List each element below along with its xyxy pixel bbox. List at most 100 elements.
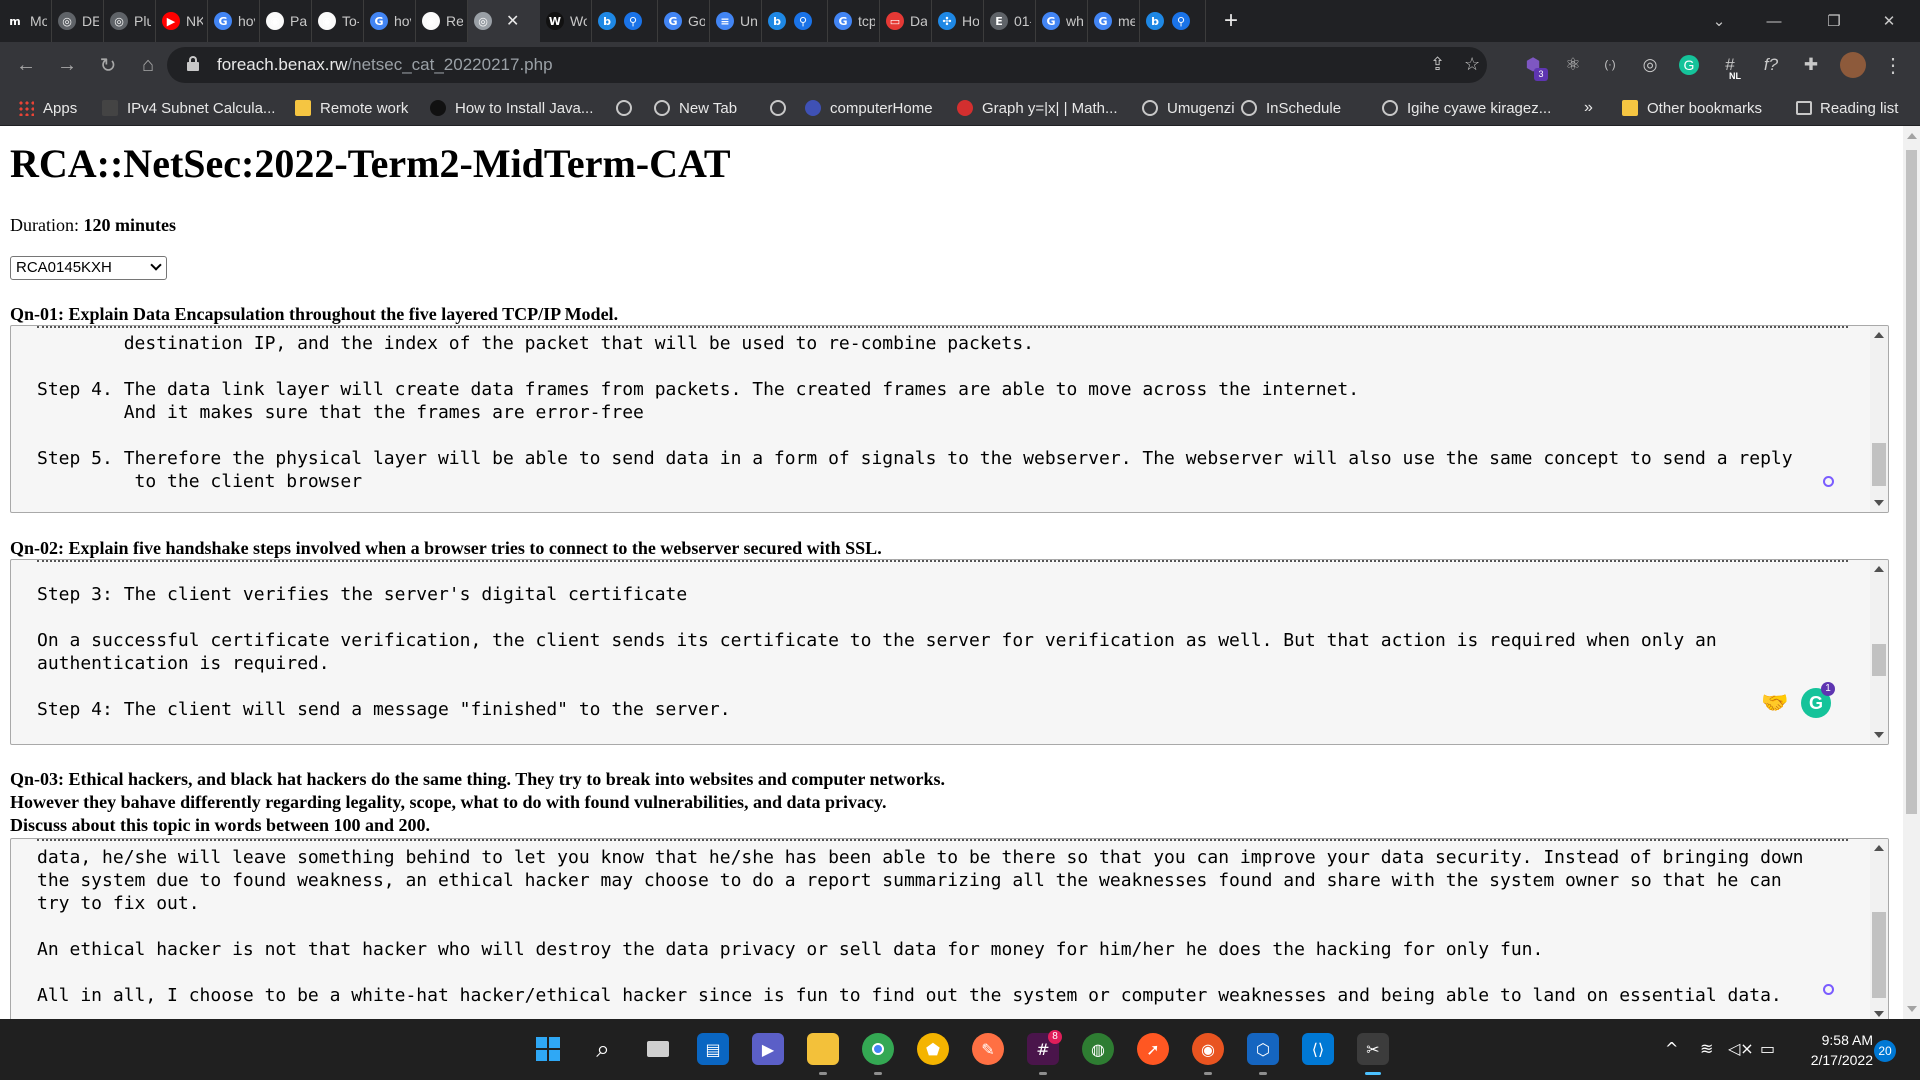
bookmark-item[interactable] <box>770 98 795 118</box>
lock-icon[interactable] <box>187 56 199 71</box>
browser-tab[interactable]: ◎ ✕ <box>468 0 540 42</box>
close-tab-icon[interactable]: ✕ <box>506 11 519 31</box>
answer-2-scrollbar[interactable] <box>1870 560 1888 744</box>
react-devtools-icon[interactable]: ⚛ <box>1561 53 1585 77</box>
browser-tab[interactable]: ▶ NK <box>156 0 208 42</box>
extensions-puzzle-icon[interactable]: ✚ <box>1799 53 1823 77</box>
browser-tab[interactable]: Gme <box>1088 0 1140 42</box>
bookmark-item[interactable]: Remote work <box>295 98 408 118</box>
scroll-thumb[interactable] <box>1872 912 1886 998</box>
page-scroll-thumb[interactable] <box>1906 150 1917 814</box>
browser-tab[interactable]: ◉ Pat <box>260 0 312 42</box>
browser-tab[interactable]: ◎ DE <box>52 0 104 42</box>
browser-tab[interactable]: ◎ Plu <box>104 0 156 42</box>
globe-app-icon[interactable]: ◍ <box>1082 1033 1114 1065</box>
close-window-button[interactable]: ✕ <box>1866 0 1912 42</box>
browser-tab[interactable]: E 01- <box>984 0 1036 42</box>
browser-tab[interactable]: Gtcp <box>828 0 880 42</box>
restore-button[interactable]: ❐ <box>1811 0 1857 42</box>
browser-tab[interactable]: ◉ Rel <box>416 0 468 42</box>
grammarly-dot-icon[interactable] <box>1823 984 1834 995</box>
back-button[interactable]: ← <box>11 50 41 80</box>
browser-tab[interactable]: ▭ Dat <box>880 0 932 42</box>
browser-tab[interactable]: W Wo <box>540 0 592 42</box>
browser-tab[interactable]: Gwh <box>1036 0 1088 42</box>
profile-avatar[interactable] <box>1840 52 1866 78</box>
scroll-up-icon[interactable] <box>1874 332 1884 338</box>
wave-extension-icon[interactable]: (·) <box>1598 53 1622 77</box>
browser-tab[interactable]: G Go <box>658 0 710 42</box>
answer-3-textarea[interactable]: data, he/she will leave something behind… <box>10 838 1889 1019</box>
answer-1-scrollbar[interactable] <box>1870 326 1888 512</box>
browser-tab[interactable]: ◉ To- <box>312 0 364 42</box>
browser-tab[interactable]: m Mo <box>0 0 52 42</box>
clock-date[interactable]: 2/17/2022 <box>1795 1052 1873 1068</box>
target-extension-icon[interactable]: ◎ <box>1638 53 1662 77</box>
bookmarks-overflow-button[interactable]: » <box>1584 98 1593 118</box>
bookmark-item[interactable]: Apps <box>18 98 77 118</box>
other-bookmarks-folder[interactable]: Other bookmarks <box>1622 98 1762 118</box>
scroll-thumb[interactable] <box>1872 644 1886 676</box>
scroll-thumb[interactable] <box>1872 443 1886 486</box>
widgets-icon[interactable]: ▤ <box>697 1033 729 1065</box>
tab-search-chevron-icon[interactable]: ⌄ <box>1696 0 1742 42</box>
clock-time[interactable]: 9:58 AM <box>1807 1032 1873 1048</box>
answer-3-scrollbar[interactable] <box>1870 839 1888 1019</box>
scroll-down-icon[interactable] <box>1907 1006 1917 1012</box>
share-icon[interactable]: ⇪ <box>1430 54 1445 75</box>
menu-kebab-icon[interactable]: ⋮ <box>1881 53 1905 77</box>
bookmark-item[interactable]: IPv4 Subnet Calcula... <box>102 98 275 118</box>
speaker-muted-icon[interactable]: ◁× <box>1728 1039 1754 1058</box>
address-bar[interactable]: foreach.benax.rw/netsec_cat_20220217.php… <box>167 47 1487 83</box>
bookmark-item[interactable]: New Tab <box>654 98 737 118</box>
bookmark-item[interactable]: Graph y=|x| | Math... <box>957 98 1118 118</box>
bookmark-star-icon[interactable]: ☆ <box>1464 54 1480 75</box>
answer-1-textarea[interactable]: destination IP, and the index of the pac… <box>10 325 1889 513</box>
scroll-down-icon[interactable] <box>1874 1011 1884 1017</box>
bookmark-item[interactable]: Umugenzi <box>1142 98 1235 118</box>
handshake-icon[interactable]: 🤝 <box>1761 690 1788 716</box>
vscode-icon[interactable]: ⟨⟩ <box>1302 1033 1334 1065</box>
answer-2-textarea[interactable]: Step 3: The client verifies the server's… <box>10 559 1889 745</box>
new-tab-button[interactable]: + <box>1224 7 1238 35</box>
formula-extension-icon[interactable]: f? <box>1759 53 1783 77</box>
chrome-icon[interactable] <box>862 1033 894 1075</box>
home-button[interactable]: ⌂ <box>133 50 163 80</box>
url-text[interactable]: foreach.benax.rw/netsec_cat_20220217.php <box>217 55 553 75</box>
battery-icon[interactable]: ▭ <box>1760 1039 1775 1058</box>
show-hidden-icons-chevron-icon[interactable]: ^ <box>1665 1039 1678 1058</box>
virtualbox-icon[interactable]: ⬡ <box>1247 1033 1279 1075</box>
grammarly-dot-icon[interactable] <box>1823 476 1834 487</box>
search-icon[interactable]: ⌕ <box>587 1033 619 1065</box>
bookmark-item[interactable]: How to Install Java... <box>430 98 593 118</box>
postman-icon[interactable]: ➚ <box>1137 1033 1169 1065</box>
grammarly-extension-icon[interactable]: G <box>1679 55 1699 75</box>
browser-tab[interactable]: b ⚲ <box>762 0 828 42</box>
browser-tab[interactable]: Ghov <box>208 0 260 42</box>
scroll-up-icon[interactable] <box>1874 566 1884 572</box>
file-explorer-icon[interactable] <box>807 1033 839 1075</box>
scroll-up-icon[interactable] <box>1907 133 1917 139</box>
windows-start-icon[interactable] <box>532 1033 564 1065</box>
bookmark-item[interactable]: Igihe cyawe kiragez... <box>1382 98 1551 118</box>
browser-tab[interactable]: Ghov <box>364 0 416 42</box>
ubuntu-icon[interactable]: ◉ <box>1192 1033 1224 1075</box>
task-view-icon[interactable] <box>642 1033 674 1065</box>
notification-count-badge[interactable]: 20 <box>1874 1040 1896 1062</box>
wifi-icon[interactable]: ≋ <box>1700 1039 1713 1058</box>
scroll-down-icon[interactable] <box>1874 500 1884 506</box>
bookmark-item[interactable]: InSchedule <box>1241 98 1341 118</box>
scroll-up-icon[interactable] <box>1874 845 1884 851</box>
browser-tab[interactable]: ≡ Un <box>710 0 762 42</box>
colorful-app-icon[interactable]: ⬟ <box>917 1033 949 1065</box>
minimize-button[interactable]: — <box>1751 0 1797 42</box>
browser-tab[interactable]: b ⚲ <box>1140 0 1206 42</box>
reading-list-button[interactable]: Reading list <box>1796 98 1898 118</box>
scroll-down-icon[interactable] <box>1874 732 1884 738</box>
page-scrollbar[interactable] <box>1903 126 1920 1019</box>
browser-tab[interactable]: b ⚲ <box>592 0 658 42</box>
snipping-tool-icon[interactable]: ✂ <box>1357 1033 1389 1075</box>
forward-button[interactable]: → <box>52 50 82 80</box>
teams-chat-icon[interactable]: ▶ <box>752 1033 784 1065</box>
bookmark-item[interactable] <box>616 98 641 118</box>
